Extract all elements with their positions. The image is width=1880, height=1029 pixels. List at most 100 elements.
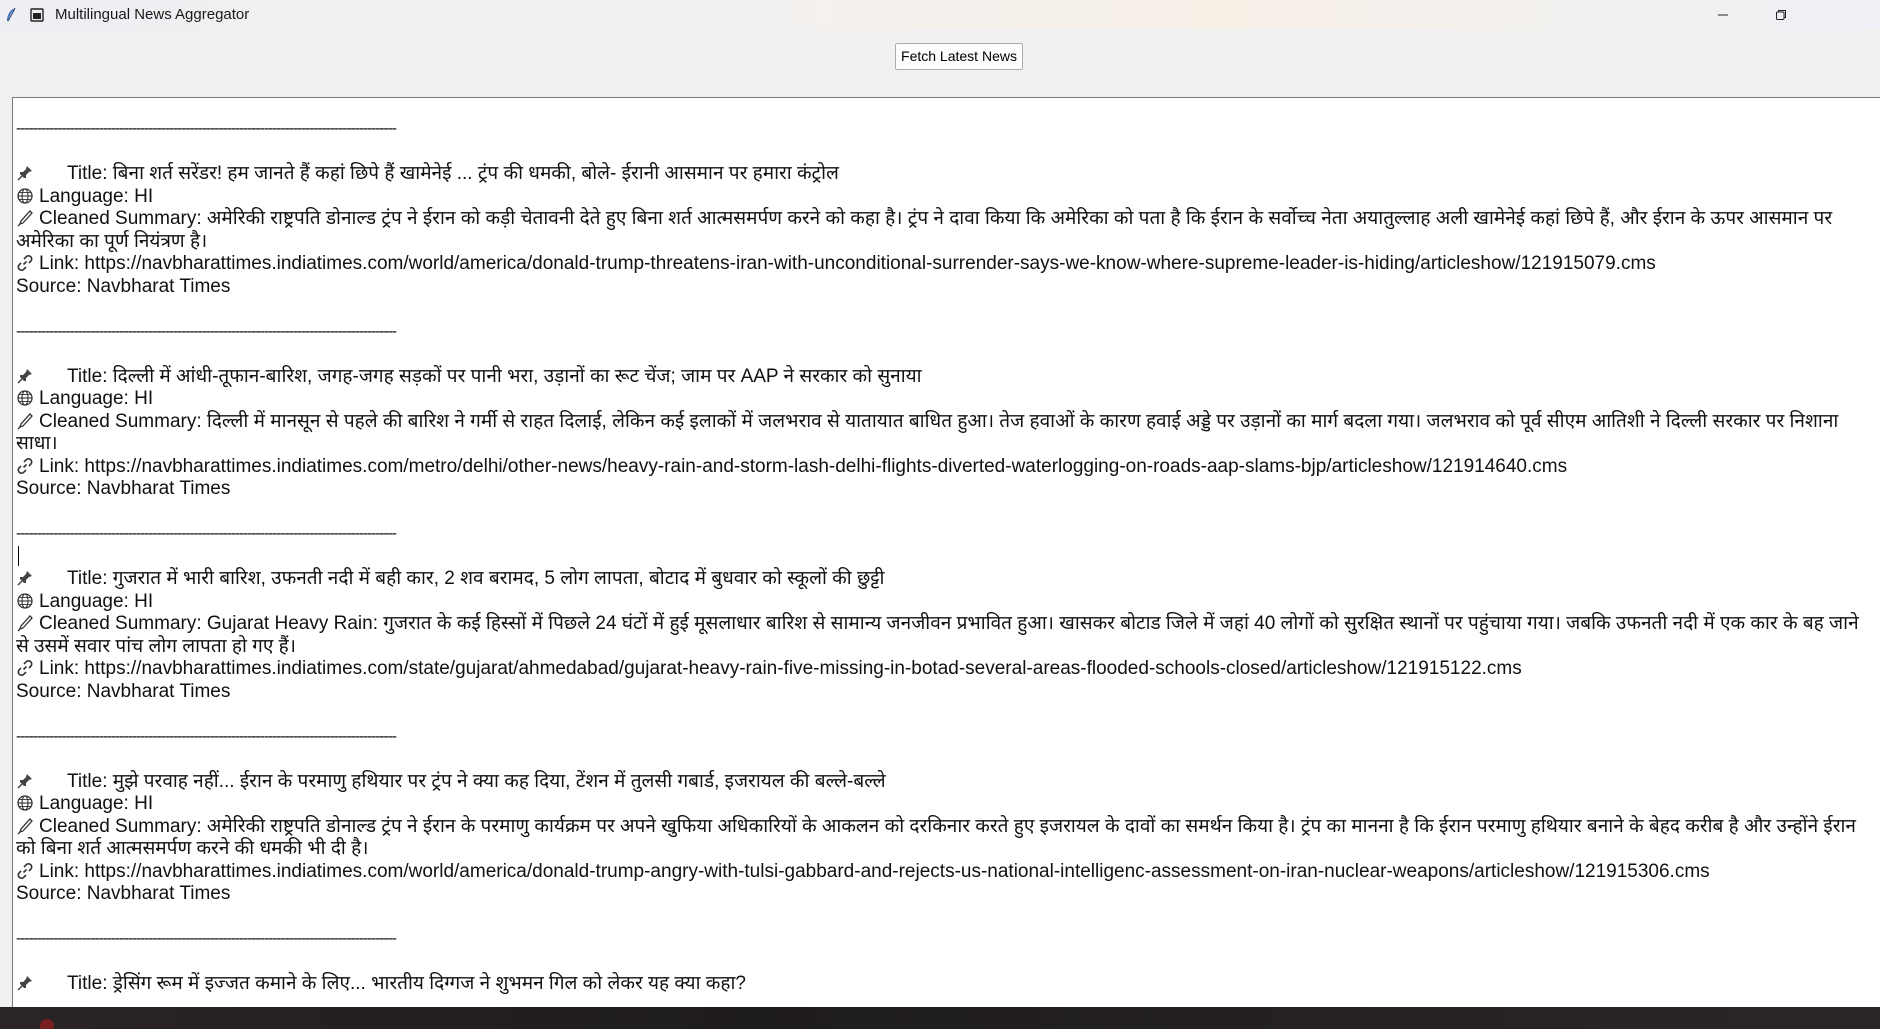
language-label: Language: <box>39 793 135 814</box>
separator-line: ----------------------------------------… <box>16 727 397 745</box>
article-source: Navbharat Times <box>86 478 231 499</box>
article-summary: अमेरिकी राष्ट्रपति डोनाल्ड ट्रंप ने ईरान… <box>16 815 1856 860</box>
article-title: गुजरात में भारी बारिश, उफनती नदी में बही… <box>112 568 885 589</box>
pen-icon <box>16 614 34 632</box>
article-source: Navbharat Times <box>86 883 231 904</box>
feather-icon <box>4 7 18 23</box>
restore-button[interactable] <box>1752 0 1810 29</box>
article-title-line: Title: दिल्ली में आंधी-तूफान-बारिश, जगह-… <box>16 366 1880 389</box>
article-language-line: Language: HI <box>16 388 1880 411</box>
article-summary: दिल्ली में मानसून से पहले की बारिश ने गर… <box>16 410 1839 455</box>
pen-icon <box>16 412 34 430</box>
globe-icon <box>16 389 34 407</box>
source-label: Source: <box>16 680 87 702</box>
article-summary: Gujarat Heavy Rain: गुजरात के कई हिस्सों… <box>16 613 1859 657</box>
summary-label: Cleaned Summary: <box>39 410 207 432</box>
language-label: Language: <box>39 388 135 409</box>
app-window: Multilingual News Aggregator Fetch Lates… <box>0 0 1880 1029</box>
globe-icon <box>16 187 34 205</box>
article-source: Navbharat Times <box>86 680 231 702</box>
minimize-button[interactable] <box>1694 0 1752 29</box>
title-label: Title: <box>67 365 113 387</box>
article-language-line: Language: HI <box>16 793 1880 816</box>
pushpin-icon <box>16 974 34 992</box>
link-label: Link: <box>39 253 85 274</box>
fetch-latest-news-button[interactable]: Fetch Latest News <box>895 43 1023 70</box>
separator-line: ----------------------------------------… <box>16 525 397 542</box>
article-language-line: Language: HI <box>16 186 1880 209</box>
separator-line: ----------------------------------------… <box>16 322 397 340</box>
pen-icon <box>16 209 34 227</box>
news-content: ----------------------------------------… <box>16 118 1880 996</box>
article-title-line: Title: बिना शर्त सरेंडर! हम जानते हैं कह… <box>16 163 1880 186</box>
summary-label: Cleaned Summary: <box>39 208 207 229</box>
link-label: Link: <box>39 860 85 882</box>
article-language-line: Language: HI <box>16 591 1880 614</box>
link-icon <box>16 254 34 272</box>
article-title-line: Title: गुजरात में भारी बारिश, उफनती नदी … <box>16 568 1880 591</box>
article-entry: Title: गुजरात में भारी बारिश, उफनती नदी … <box>16 546 1880 703</box>
link-icon <box>16 862 34 880</box>
article-title-line: Title: मुझे परवाह नहीं... ईरान के परमाणु… <box>16 771 1880 794</box>
pushpin-icon <box>16 367 34 385</box>
separator-line: ----------------------------------------… <box>16 930 397 947</box>
article-link: https://navbharattimes.indiatimes.com/wo… <box>84 860 1710 882</box>
source-label: Source: <box>16 478 87 499</box>
title-label: Title: <box>67 568 113 589</box>
language-label: Language: <box>39 185 135 207</box>
link-label: Link: <box>39 455 85 477</box>
article-title: ड्रेसिंग रूम में इज्जत कमाने के लिए... भ… <box>112 973 746 994</box>
window-controls <box>1694 0 1880 29</box>
close-button[interactable] <box>1810 0 1880 29</box>
taskbar-app-indicator <box>40 1019 54 1029</box>
separator-line: ----------------------------------------… <box>16 120 397 137</box>
article-entry: Title: ड्रेसिंग रूम में इज्जत कमाने के ल… <box>16 973 1880 996</box>
article-summary-line: Cleaned Summary: अमेरिकी राष्ट्रपति डोना… <box>16 816 1876 861</box>
article-link-line: Link: https://navbharattimes.indiatimes.… <box>16 861 1880 884</box>
article-summary-line: Cleaned Summary: Gujarat Heavy Rain: गुज… <box>16 613 1876 658</box>
article-entry: Title: बिना शर्त सरेंडर! हम जानते हैं कह… <box>16 163 1880 298</box>
article-summary-line: Cleaned Summary: दिल्ली में मानसून से पह… <box>16 411 1876 456</box>
article-title: बिना शर्त सरेंडर! हम जानते हैं कहां छिपे… <box>112 163 839 184</box>
news-output-textbox[interactable]: ----------------------------------------… <box>12 97 1880 1007</box>
globe-icon <box>16 794 34 812</box>
restore-icon <box>1776 9 1786 20</box>
article-entry: Title: दिल्ली में आंधी-तूफान-बारिश, जगह-… <box>16 366 1880 501</box>
window-app-icon <box>29 7 45 23</box>
article-language: HI <box>134 388 154 409</box>
text-cursor <box>18 546 19 566</box>
link-icon <box>16 659 34 677</box>
pen-icon <box>16 817 34 835</box>
summary-label: Cleaned Summary: <box>39 815 207 837</box>
title-label: Title: <box>67 973 113 994</box>
article-link: https://navbharattimes.indiatimes.com/wo… <box>84 253 1656 274</box>
title-label: Title: <box>67 163 113 184</box>
article-link: https://navbharattimes.indiatimes.com/st… <box>84 658 1522 679</box>
source-label: Source: <box>16 275 87 297</box>
source-label: Source: <box>16 883 87 904</box>
article-title-line: Title: ड्रेसिंग रूम में इज्जत कमाने के ल… <box>16 973 1880 996</box>
link-label: Link: <box>39 658 85 679</box>
pushpin-icon <box>16 772 34 790</box>
window-title: Multilingual News Aggregator <box>55 6 250 23</box>
article-source-line: Source: Navbharat Times <box>16 681 1880 704</box>
title-label: Title: <box>67 770 113 792</box>
article-source-line: Source: Navbharat Times <box>16 276 1880 299</box>
article-source-line: Source: Navbharat Times <box>16 478 1880 501</box>
article-source-line: Source: Navbharat Times <box>16 883 1880 906</box>
taskbar <box>0 1007 1880 1029</box>
pushpin-icon <box>16 569 34 587</box>
article-summary: अमेरिकी राष्ट्रपति डोनाल्ड ट्रंप ने ईरान… <box>16 208 1833 252</box>
article-link-line: Link: https://navbharattimes.indiatimes.… <box>16 253 1880 276</box>
minimize-icon <box>1718 14 1728 15</box>
globe-icon <box>16 592 34 610</box>
summary-label: Cleaned Summary: <box>39 613 207 634</box>
pushpin-icon <box>16 164 34 182</box>
